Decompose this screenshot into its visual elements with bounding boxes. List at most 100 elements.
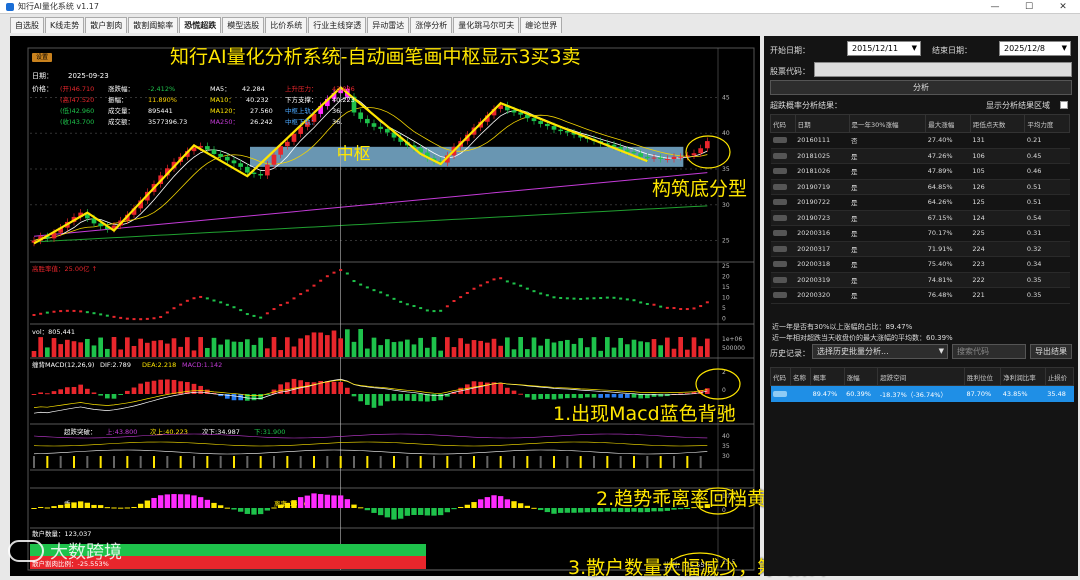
end-date-input[interactable]: 2025/12/8 ▼ <box>999 41 1071 56</box>
table-cell: 0.21 <box>1024 132 1070 149</box>
volume-bar <box>245 339 250 357</box>
volume-bar <box>165 343 170 357</box>
indicator-dot <box>199 295 203 298</box>
tab-7[interactable]: 行业主线穿透 <box>308 17 367 33</box>
table-cell: 0.54 <box>1024 210 1070 226</box>
result-cell: 87.70% <box>964 385 1001 402</box>
tab-0[interactable]: 自选股 <box>10 17 44 33</box>
history-value: 选择历史批量分析... <box>817 347 889 356</box>
indicator-dot <box>565 297 569 300</box>
table-header[interactable]: 日期 <box>794 114 850 133</box>
result-header[interactable]: 概率 <box>810 367 845 386</box>
table-row[interactable]: 20200317 是 71.91% 224 0.32 <box>770 241 1070 257</box>
indicator-dot <box>192 297 196 300</box>
table-row[interactable]: 20190719 是 64.85% 126 0.51 <box>770 179 1070 195</box>
table-row[interactable]: 20200316 是 70.17% 225 0.31 <box>770 225 1070 242</box>
history-select[interactable]: 选择历史批量分析... ▼ <box>812 344 948 359</box>
settings-button[interactable]: 设置 <box>32 53 52 62</box>
bias-bar <box>58 504 64 508</box>
macd-bar <box>391 394 397 401</box>
change-label: 涨跌幅： <box>108 84 134 93</box>
show-zone-checkbox[interactable] <box>1060 101 1068 109</box>
tab-10[interactable]: 量化跳马尔可夫 <box>453 17 520 33</box>
macd-bar <box>598 394 603 398</box>
indicator-dot <box>459 296 463 299</box>
table-row[interactable]: 20190722 是 64.26% 125 0.51 <box>770 194 1070 211</box>
export-button[interactable]: 导出结果 <box>1030 344 1072 359</box>
macd-bar <box>185 382 190 394</box>
minimize-icon[interactable]: — <box>978 0 1012 14</box>
indicator-dot <box>252 314 256 317</box>
indicator-dot <box>705 301 709 304</box>
volume-bar <box>238 341 243 357</box>
indicator-dot <box>699 305 703 308</box>
table-header[interactable]: 最大涨幅 <box>925 114 971 133</box>
table-row[interactable]: 20190723 是 67.15% 124 0.54 <box>770 210 1070 226</box>
table-row[interactable]: 20200320 是 76.48% 221 0.35 <box>770 287 1070 304</box>
result-header[interactable]: 胜利位位 <box>963 367 1002 386</box>
break-bar <box>46 456 49 468</box>
resistance-value: 43.886 <box>332 85 355 93</box>
table-header[interactable]: 代码 <box>770 114 796 133</box>
start-date-input[interactable]: 2015/12/11 ▼ <box>847 41 921 56</box>
analyze-button[interactable]: 分析 <box>770 80 1072 95</box>
table-row[interactable]: 20181025 是 47.26% 106 0.45 <box>770 148 1070 164</box>
result-header[interactable]: 代码 <box>769 367 792 386</box>
table-row[interactable]: 20160111 否 27.40% 131 0.21 <box>770 132 1070 149</box>
tab-8[interactable]: 异动雷达 <box>367 17 410 33</box>
table-header[interactable]: 是一年30%涨幅 <box>848 114 927 133</box>
maximize-icon[interactable]: ☐ <box>1012 0 1046 14</box>
indicator-dot <box>79 310 83 313</box>
axis-tick-label: 0 <box>722 387 726 394</box>
volume-bar <box>51 338 57 357</box>
table-row[interactable]: 20200319 是 74.81% 222 0.35 <box>770 272 1070 288</box>
indicator-dot <box>59 310 63 313</box>
stock-code-input[interactable] <box>814 62 1072 77</box>
table-cell <box>770 256 796 273</box>
indicator-dot <box>305 289 309 292</box>
date-label: 日期： <box>32 72 53 80</box>
indicator-dot <box>612 296 616 299</box>
close-icon[interactable]: ✕ <box>1046 0 1080 14</box>
bias-bar <box>204 499 210 508</box>
tab-1[interactable]: K线走势 <box>45 17 85 33</box>
result-header[interactable]: 净利润比率 <box>1000 367 1046 386</box>
search-input[interactable]: 搜索代码 <box>952 344 1026 359</box>
tab-4[interactable]: 恐慌超跌 <box>179 17 222 33</box>
volume-bar <box>458 338 463 357</box>
tab-2[interactable]: 散户割肉 <box>85 17 128 33</box>
indicator-dot <box>172 307 176 310</box>
result-cell <box>770 385 791 402</box>
bias-bar <box>491 495 497 508</box>
indicator-dot <box>45 311 49 314</box>
table-row[interactable]: 20181026 是 47.89% 105 0.46 <box>770 163 1070 180</box>
table-row[interactable]: 20200318 是 75.40% 223 0.34 <box>770 256 1070 273</box>
tab-6[interactable]: 比价系统 <box>265 17 308 33</box>
price-label: 价格： <box>32 84 53 93</box>
table-header[interactable]: 平均力度 <box>1024 114 1070 133</box>
indicator-dot <box>672 307 676 310</box>
break-bar <box>659 456 662 468</box>
table-header[interactable]: 距低点天数 <box>969 114 1026 133</box>
table-cell: 是 <box>849 225 926 242</box>
tab-3[interactable]: 散割阈鲸率 <box>128 17 179 33</box>
candle-body <box>225 156 230 161</box>
amp-value: 11.890% <box>148 96 177 104</box>
result-header[interactable]: 名称 <box>790 367 812 386</box>
tab-9[interactable]: 涨停分析 <box>410 17 453 33</box>
table-cell: 20190722 <box>795 194 849 211</box>
result-header[interactable]: 超跌空间 <box>877 367 965 386</box>
indicator-dot <box>425 309 429 312</box>
tab-11[interactable]: 缠论世界 <box>520 17 563 33</box>
result-row[interactable]: 89.47% 60.39% -18.37%（-36.74%） 87.70% 43.85%… <box>770 385 1074 402</box>
volume-bar <box>305 335 310 357</box>
bias-bar <box>158 495 164 508</box>
ma10-label: MA10： <box>210 96 235 104</box>
indicator-dot <box>285 301 289 304</box>
tab-5[interactable]: 模型选股 <box>222 17 265 33</box>
volume-bar <box>271 337 277 357</box>
result-header[interactable]: 止损价 <box>1044 367 1075 386</box>
volume-bar <box>191 350 197 357</box>
result-header[interactable]: 涨幅 <box>843 367 879 386</box>
table-cell: 20181026 <box>795 163 849 180</box>
